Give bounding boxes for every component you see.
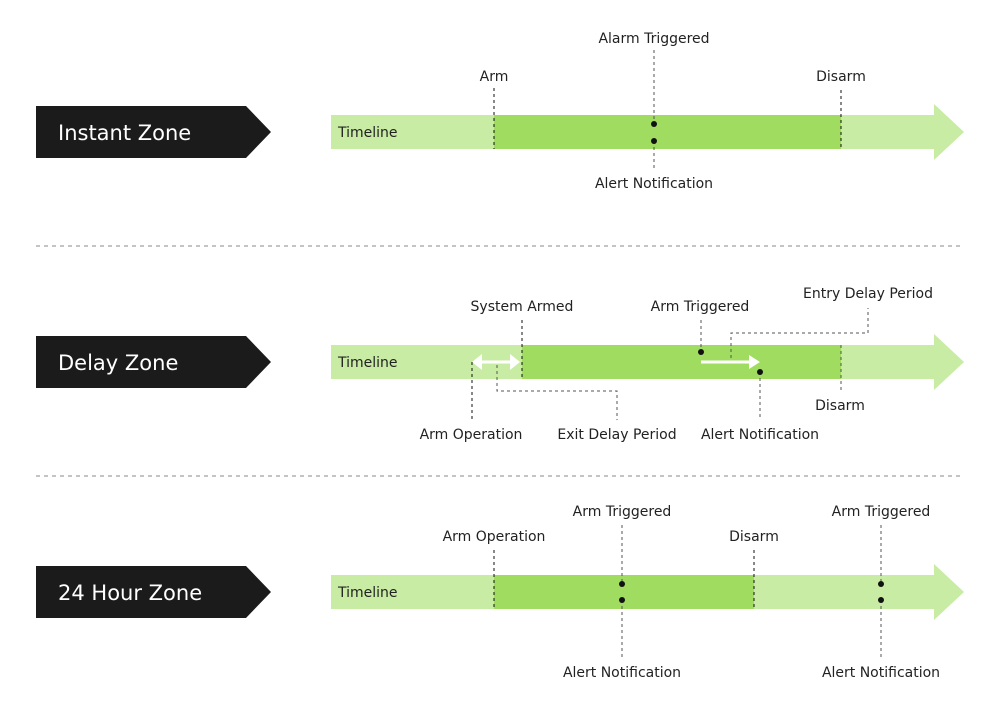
instant-zone-section: Instant Zone Timeline Arm Alarm Triggere… (36, 31, 964, 192)
timeline-active-segment (494, 115, 841, 149)
disarm-label: Disarm (729, 529, 779, 545)
exit-delay-period-label: Exit Delay Period (557, 427, 676, 443)
arm-triggered-label: Arm Triggered (651, 299, 750, 315)
timeline-label: Timeline (337, 125, 398, 141)
arm-triggered-dot (878, 581, 884, 587)
disarm-label: Disarm (815, 398, 865, 414)
arm-operation-label: Arm Operation (420, 427, 523, 443)
zone-tag-24-hour-label: 24 Hour Zone (58, 581, 202, 605)
arm-triggered-dot (698, 349, 704, 355)
alert-notification-label: Alert Notification (822, 665, 940, 681)
zone-tag-instant-label: Instant Zone (58, 121, 191, 145)
timeline-arrowhead (934, 334, 964, 390)
timeline-arrowhead (934, 104, 964, 160)
system-armed-label: System Armed (471, 299, 574, 315)
alert-notification-label: Alert Notification (595, 176, 713, 192)
timeline-arrow-instant (331, 104, 964, 160)
alert-notification-dot (878, 597, 884, 603)
timeline-label: Timeline (337, 585, 398, 601)
alert-notification-dot (619, 597, 625, 603)
alert-notification-dot (757, 369, 763, 375)
alert-notification-label: Alert Notification (563, 665, 681, 681)
24-hour-zone-section: 24 Hour Zone Timeline Arm Operation Arm … (36, 504, 964, 681)
alert-notification-label: Alert Notification (701, 427, 819, 443)
timeline-arrow-24-hour (331, 564, 964, 620)
alarm-triggered-dot (651, 121, 657, 127)
arm-triggered-label: Arm Triggered (832, 504, 931, 520)
timeline-arrowhead (934, 564, 964, 620)
arm-label: Arm (480, 69, 509, 85)
alarm-triggered-label: Alarm Triggered (598, 31, 709, 47)
timeline-active-segment (522, 345, 841, 379)
timeline-label: Timeline (337, 355, 398, 371)
entry-delay-period-label: Entry Delay Period (803, 286, 933, 302)
zone-tag-delay-label: Delay Zone (58, 351, 178, 375)
arm-operation-label: Arm Operation (443, 529, 546, 545)
arm-triggered-dot (619, 581, 625, 587)
arm-triggered-label: Arm Triggered (573, 504, 672, 520)
disarm-label: Disarm (816, 69, 866, 85)
zone-timeline-diagram: Instant Zone Timeline Arm Alarm Triggere… (36, 31, 964, 681)
timeline-arrow-delay (331, 334, 964, 390)
alert-notification-dot (651, 138, 657, 144)
timeline-active-segment (494, 575, 754, 609)
delay-zone-section: Delay Zone Timeline System Armed Arm Ope… (36, 286, 964, 443)
